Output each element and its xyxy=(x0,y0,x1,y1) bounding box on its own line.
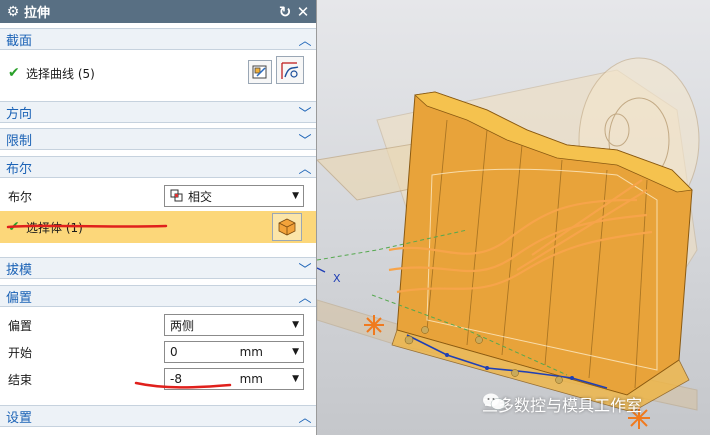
offset-start-field[interactable]: 0 mm ▼ xyxy=(164,341,304,363)
offset-start-label: 开始 xyxy=(8,345,33,360)
section-header-direction[interactable]: 方向 ﹀ xyxy=(0,101,316,123)
offset-end-row: 结束 -8 mm ▼ xyxy=(0,367,316,391)
chevron-down-icon[interactable]: ﹀ xyxy=(294,130,316,149)
section-label: 方向 xyxy=(6,106,33,122)
section-header-section[interactable]: 截面 ︿ xyxy=(0,28,316,50)
watermark-text: 三多数控与模具工作室 xyxy=(482,396,643,415)
wechat-icon xyxy=(483,393,506,410)
x-axis-arrow xyxy=(317,267,326,273)
dropdown-arrow-icon[interactable]: ▼ xyxy=(292,374,299,384)
gear-icon[interactable]: ⚙ xyxy=(4,4,22,20)
section-label: 拔模 xyxy=(6,262,33,278)
section-header-offset[interactable]: 偏置 ︿ xyxy=(0,285,316,307)
offset-type-value: 两侧 xyxy=(170,318,195,333)
section-label: 偏置 xyxy=(6,290,33,306)
x-axis-label: X xyxy=(333,272,341,285)
boolean-row: 布尔 相交 ▼ xyxy=(0,184,316,208)
red-annotation-underline xyxy=(6,224,168,229)
chevron-up-icon[interactable]: ︿ xyxy=(294,158,316,177)
graphics-viewport[interactable]: X 三多数控与模具工作室 xyxy=(317,0,710,435)
chevron-up-icon[interactable]: ︿ xyxy=(294,30,316,49)
curve-button[interactable] xyxy=(276,56,304,84)
origin-marker-icon xyxy=(364,315,384,335)
chevron-down-icon[interactable]: ﹀ xyxy=(294,259,316,278)
dropdown-arrow-icon[interactable]: ▼ xyxy=(292,347,299,357)
chevron-up-icon[interactable]: ︿ xyxy=(294,407,316,426)
offset-start-row: 开始 0 mm ▼ xyxy=(0,340,316,364)
reset-icon[interactable]: ↻ xyxy=(276,3,294,21)
offset-end-label: 结束 xyxy=(8,372,33,387)
offset-type-row: 偏置 两侧 ▼ xyxy=(0,313,316,337)
check-icon: ✔ xyxy=(8,65,20,81)
intersect-icon xyxy=(170,189,183,202)
select-body-row[interactable]: ✔ 选择体 (1) xyxy=(0,211,316,243)
dropdown-arrow-icon: ▼ xyxy=(292,320,299,330)
boolean-value: 相交 xyxy=(188,189,213,204)
offset-type-label: 偏置 xyxy=(8,318,33,333)
red-annotation-underline xyxy=(134,381,232,389)
section-header-boolean[interactable]: 布尔 ︿ xyxy=(0,156,316,178)
section-label: 设置 xyxy=(6,410,33,426)
offset-start-value[interactable]: 0 xyxy=(170,345,178,359)
sketch-icon xyxy=(252,65,267,79)
dialog-titlebar: ⚙ 拉伸 ↻ ✕ xyxy=(0,0,316,23)
section-label: 截面 xyxy=(6,33,33,49)
offset-start-unit: mm xyxy=(239,345,263,359)
boolean-dropdown[interactable]: 相交 ▼ xyxy=(164,185,304,207)
section-label: 布尔 xyxy=(6,161,33,177)
section-header-draft[interactable]: 拔模 ﹀ xyxy=(0,257,316,279)
model-scene[interactable]: X xyxy=(317,0,710,435)
chevron-up-icon[interactable]: ︿ xyxy=(294,287,316,306)
section-header-limits[interactable]: 限制 ﹀ xyxy=(0,128,316,150)
boolean-label: 布尔 xyxy=(8,189,33,204)
body-select-button[interactable] xyxy=(272,213,302,241)
section-header-settings[interactable]: 设置 ︿ xyxy=(0,405,316,427)
select-curve-label: 选择曲线 (5) xyxy=(26,66,95,81)
dropdown-arrow-icon: ▼ xyxy=(292,191,299,201)
offset-end-unit: mm xyxy=(239,372,263,386)
chevron-down-icon[interactable]: ﹀ xyxy=(294,103,316,122)
select-curve-row[interactable]: ✔ 选择曲线 (5) xyxy=(0,56,316,86)
offset-type-dropdown[interactable]: 两侧 ▼ xyxy=(164,314,304,336)
section-label: 限制 xyxy=(6,133,33,149)
close-icon[interactable]: ✕ xyxy=(294,3,312,21)
sketch-section-button[interactable] xyxy=(248,60,272,84)
curve-icon xyxy=(281,62,299,79)
dialog-title: 拉伸 xyxy=(24,6,51,21)
watermark: 三多数控与模具工作室 xyxy=(482,392,642,416)
extrude-dialog: ⚙ 拉伸 ↻ ✕ 截面 ︿ ✔ 选择曲线 (5) 方向 ﹀ 限制 ﹀ 布尔 ︿ … xyxy=(0,0,317,435)
solid-body-icon xyxy=(278,218,296,236)
